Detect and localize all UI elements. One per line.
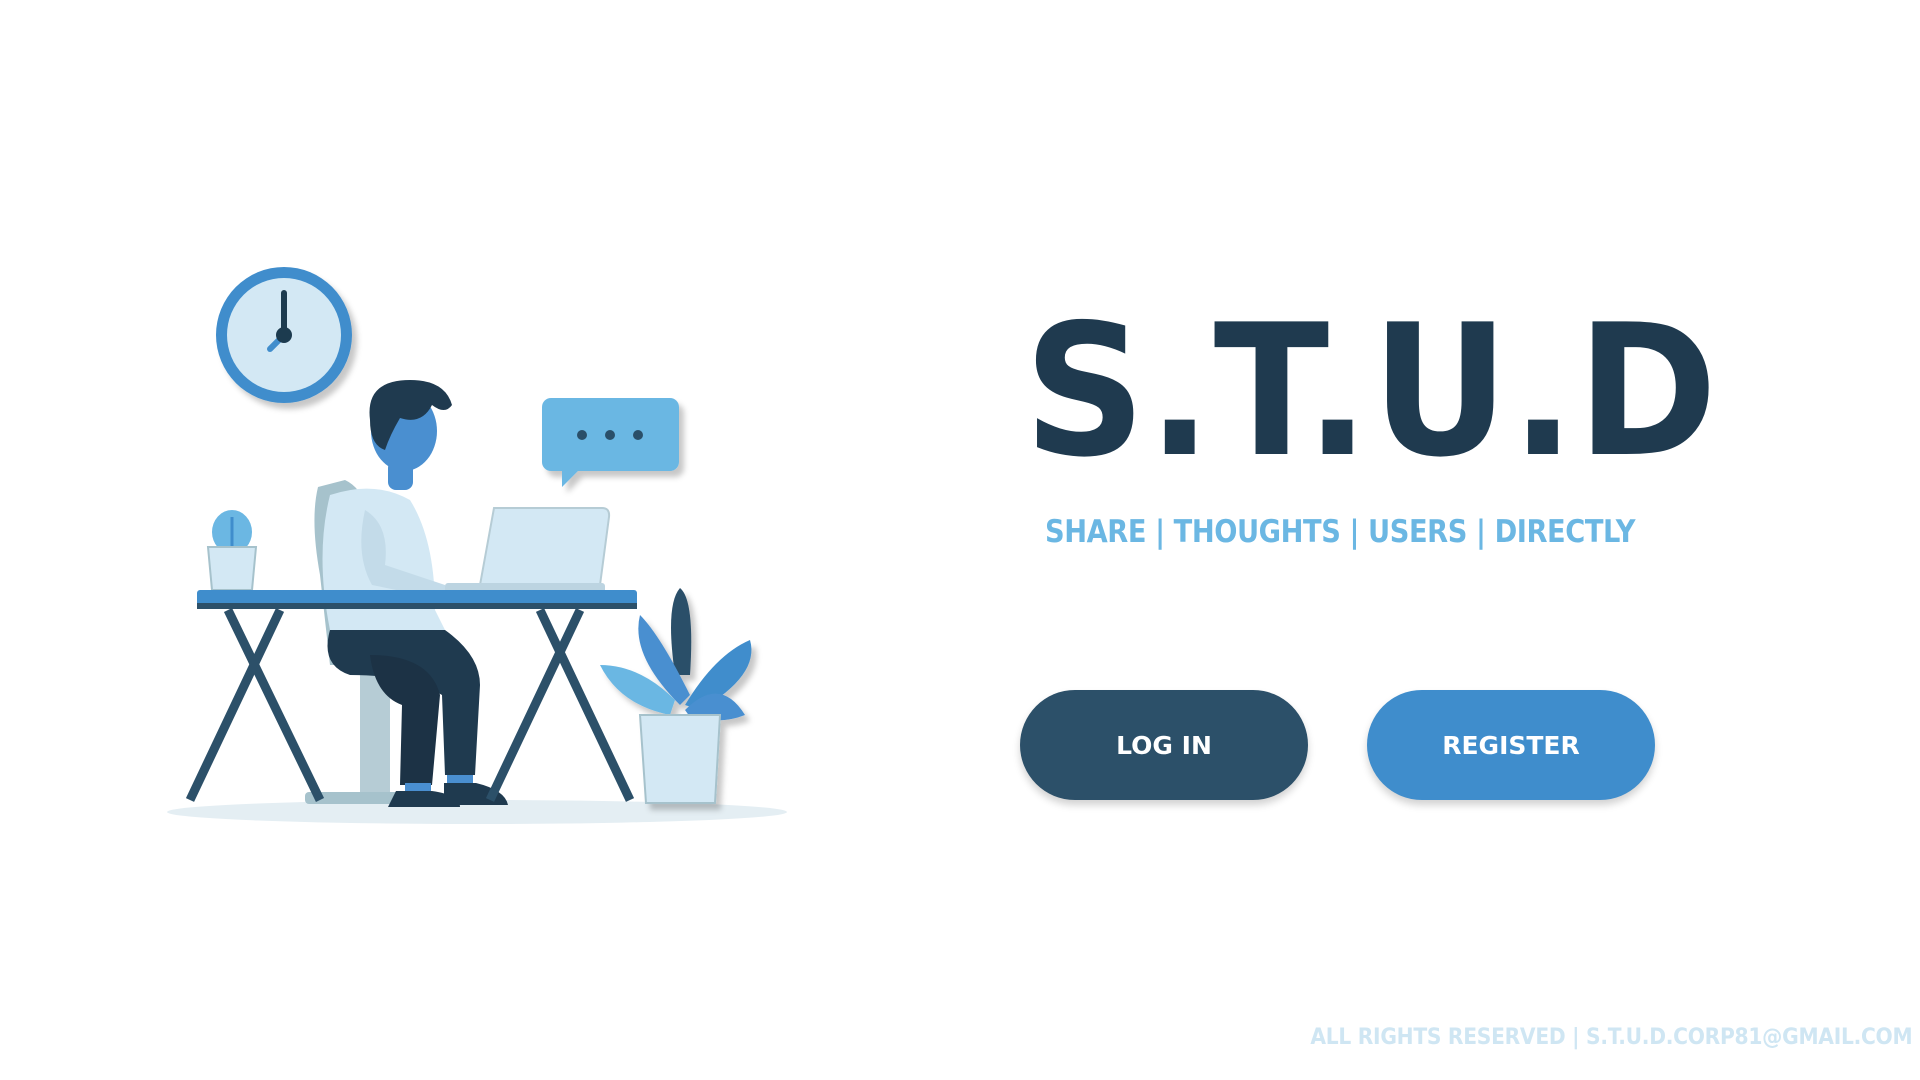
hero-illustration: [160, 255, 800, 835]
auth-actions: LOG IN REGISTER: [1020, 690, 1660, 800]
app-title: S.T.U.D: [1023, 285, 1720, 497]
brand-block: S.T.U.D SHARE | THOUGHTS | USERS | DIREC…: [1000, 285, 1720, 550]
footer-copyright: ALL RIGHTS RESERVED | S.T.U.D.CORP81@GMA…: [1309, 1025, 1912, 1050]
clock-icon: [216, 267, 352, 403]
laptop-icon: [445, 507, 611, 593]
chat-bubble-icon: [542, 398, 679, 487]
login-button[interactable]: LOG IN: [1020, 690, 1308, 800]
register-button[interactable]: REGISTER: [1367, 690, 1655, 800]
plant-icon: [600, 588, 752, 804]
app-tagline: SHARE | THOUGHTS | USERS | DIRECTLY: [1044, 514, 1636, 550]
cactus-icon: [206, 510, 258, 591]
